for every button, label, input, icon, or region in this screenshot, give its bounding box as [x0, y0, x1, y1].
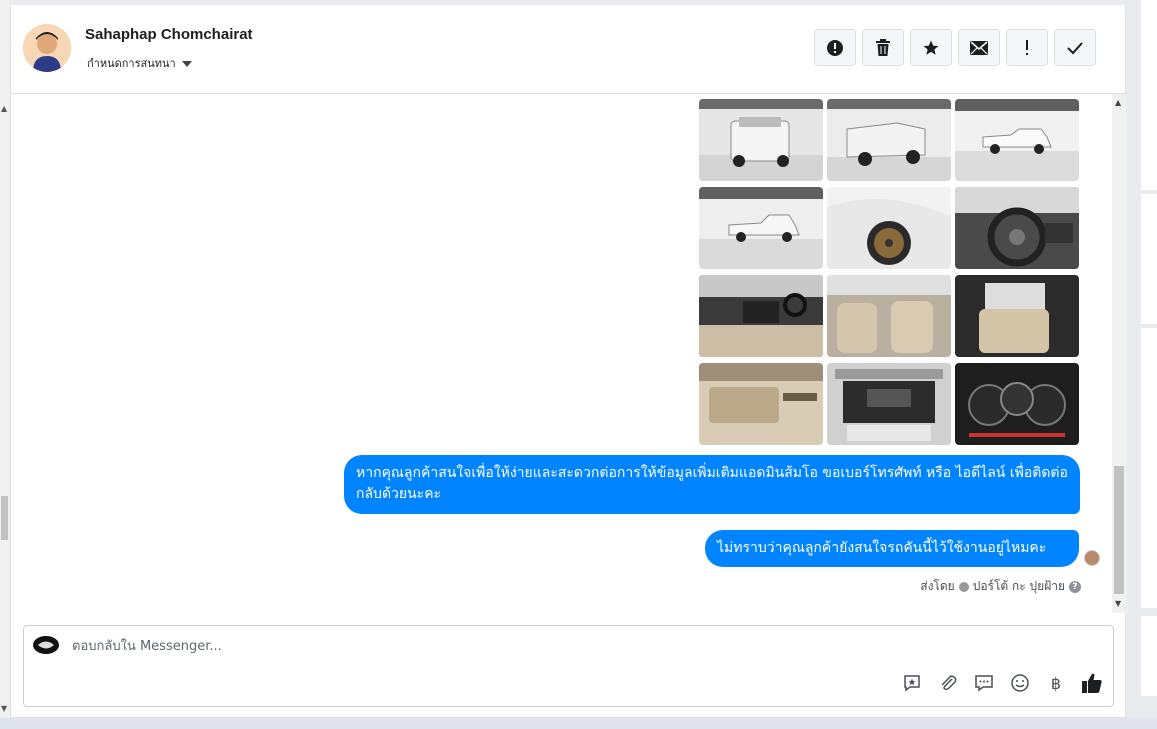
photo-wheel-closeup[interactable] — [827, 187, 951, 269]
scroll-down-arrow-icon[interactable]: ▼ — [1115, 599, 1121, 608]
thumbs-up-icon — [1082, 673, 1102, 693]
attachment-icon — [941, 675, 957, 691]
outgoing-message-bubble[interactable]: หากคุณลูกค้าสนใจเพื่อให้ง่ายและสะดวกต่อก… — [344, 455, 1080, 514]
conversation-panel: Sahaphap Chomchairat กำหนดการสนทนา หากคุ… — [10, 5, 1127, 718]
chat-bubble-icon — [975, 675, 993, 692]
scroll-up-arrow-icon[interactable]: ▲ — [1, 104, 7, 113]
scroll-up-arrow-icon[interactable]: ▲ — [1115, 98, 1121, 107]
help-icon[interactable]: ? — [1069, 580, 1081, 593]
chat-bubble-button[interactable] — [973, 672, 995, 694]
sender-name: ปอร์โต้ กะ ปุยฝ้าย — [972, 579, 1065, 593]
mark-done-button[interactable] — [1054, 29, 1096, 66]
right-sidebar — [1127, 0, 1157, 718]
photo-front-seats[interactable] — [827, 275, 951, 357]
photo-gauge-cluster[interactable] — [955, 363, 1079, 445]
mark-unread-button[interactable] — [958, 29, 1000, 66]
baht-icon: ฿ — [1050, 673, 1062, 693]
exclamation-icon — [1026, 39, 1028, 55]
message-thread[interactable]: หากคุณลูกค้าสนใจเพื่อให้ง่ายและสะดวกต่อก… — [11, 94, 1111, 613]
payment-button[interactable]: ฿ — [1045, 672, 1067, 694]
photo-truck-side[interactable] — [699, 187, 823, 269]
follow-up-button[interactable] — [1006, 29, 1048, 66]
contact-name: Sahaphap Chomchairat — [85, 26, 253, 43]
photo-door-panel[interactable] — [699, 363, 823, 445]
conversation-toolbar — [814, 29, 1096, 66]
caret-down-icon — [181, 60, 192, 67]
reply-input[interactable] — [70, 638, 774, 655]
page-logo — [33, 636, 59, 654]
seen-avatar — [1084, 550, 1100, 566]
saved-reply-icon — [904, 675, 920, 692]
bottom-scrollbar[interactable] — [0, 718, 1157, 729]
delete-button[interactable] — [862, 29, 904, 66]
photo-dashboard-interior[interactable] — [699, 275, 823, 357]
conversation-settings-dropdown[interactable]: กำหนดการสนทนา — [87, 54, 192, 72]
photo-truck-rear-angle[interactable] — [827, 99, 951, 181]
reply-composer: ฿ — [23, 625, 1114, 707]
outgoing-message-bubble[interactable]: ไม่ทราบว่าคุณลูกค้ายังสนใจรถคันนี้ไว้ใช้… — [705, 530, 1079, 567]
like-button[interactable] — [1081, 672, 1103, 694]
star-icon — [923, 40, 939, 55]
sent-by-label: ส่งโดย — [920, 579, 955, 593]
alert-circle-icon — [827, 39, 843, 56]
checkmark-icon — [1067, 41, 1083, 54]
outer-scrollbar[interactable]: ▲ ▼ — [0, 0, 10, 718]
conversation-header: Sahaphap Chomchairat กำหนดการสนทนา — [11, 5, 1127, 94]
photo-truck-rear-view[interactable] — [699, 99, 823, 181]
sender-badge-icon — [958, 581, 969, 592]
sent-by-info: ส่งโดย ปอร์โต้ กะ ปุยฝ้าย ? — [920, 577, 1081, 596]
sidebar-card — [1141, 194, 1157, 324]
photo-engine-bay[interactable] — [827, 363, 951, 445]
message-scrollbar[interactable]: ▲ ▼ — [1112, 94, 1126, 613]
envelope-icon — [970, 40, 988, 55]
saved-reply-button[interactable] — [901, 672, 923, 694]
contact-avatar[interactable] — [23, 24, 71, 72]
scrollbar-thumb[interactable] — [1, 496, 8, 540]
photo-truck-side-far[interactable] — [955, 99, 1079, 181]
star-button[interactable] — [910, 29, 952, 66]
photo-steering-wheel[interactable] — [955, 187, 1079, 269]
emoji-button[interactable] — [1009, 672, 1031, 694]
trash-icon — [876, 38, 890, 56]
scroll-down-arrow-icon[interactable]: ▼ — [1, 704, 7, 713]
emoji-icon — [1011, 674, 1029, 692]
scrollbar-thumb[interactable] — [1114, 466, 1124, 594]
photo-attachment-grid — [699, 99, 1079, 445]
sidebar-card — [1141, 0, 1157, 190]
composer-toolbar: ฿ — [901, 672, 1103, 694]
sidebar-card — [1141, 616, 1157, 696]
sidebar-card — [1141, 328, 1157, 608]
attachment-button[interactable] — [937, 672, 959, 694]
photo-rear-seat[interactable] — [955, 275, 1079, 357]
spam-button[interactable] — [814, 29, 856, 66]
conversation-settings-label: กำหนดการสนทนา — [87, 57, 176, 70]
